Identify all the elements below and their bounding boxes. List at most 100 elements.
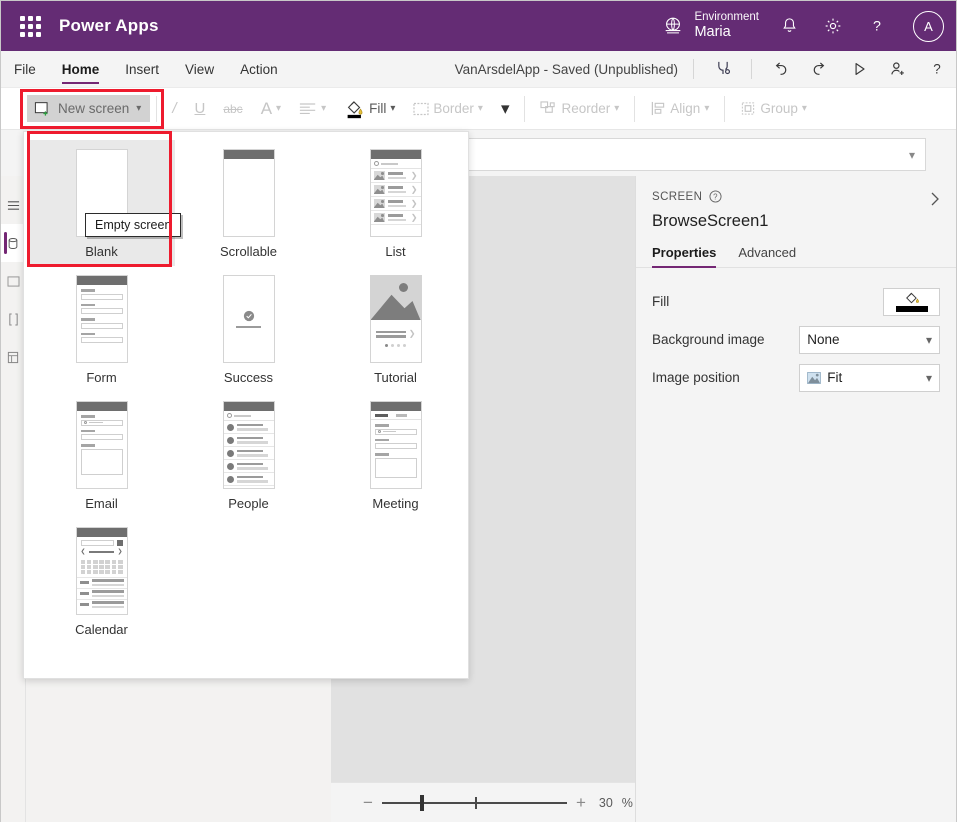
zoom-in-button[interactable]: + bbox=[576, 793, 586, 813]
align-objects-button[interactable]: Align ▾ bbox=[641, 94, 718, 124]
template-card-calendar[interactable]: ❮ ❯ Calendar bbox=[28, 518, 175, 644]
template-tooltip: Empty screen bbox=[85, 213, 182, 237]
template-card-form[interactable]: Form bbox=[28, 266, 175, 392]
font-color-button[interactable]: A ▾ bbox=[252, 94, 290, 124]
image-position-select[interactable]: Fit ▾ bbox=[799, 363, 940, 392]
tab-properties[interactable]: Properties bbox=[652, 245, 717, 268]
property-label-image-position: Image position bbox=[652, 370, 740, 385]
app-save-status: VanArsdelApp - Saved (Unpublished) bbox=[454, 61, 678, 77]
chevron-left-icon: ❮ bbox=[80, 549, 86, 555]
screen-template-grid: Blank Scrollable ❯ ❯ ❯ ❯ List Form Succe… bbox=[24, 132, 468, 644]
new-screen-wrapper: New screen ▾ bbox=[27, 95, 151, 122]
chevron-right-icon: ❯ bbox=[408, 329, 416, 338]
align-left-icon bbox=[299, 103, 316, 115]
template-card-blank[interactable]: Blank bbox=[28, 140, 175, 266]
template-thumbnail-people bbox=[222, 401, 275, 489]
italic-button[interactable]: / bbox=[163, 94, 185, 124]
group-button[interactable]: Group ▾ bbox=[731, 94, 816, 124]
menu-item-home[interactable]: Home bbox=[49, 51, 113, 87]
chevron-down-icon: ▾ bbox=[321, 103, 327, 114]
template-card-meeting[interactable]: Meeting bbox=[322, 392, 469, 518]
template-card-list[interactable]: ❯ ❯ ❯ ❯ List bbox=[322, 140, 469, 266]
font-color-icon: A bbox=[260, 98, 273, 118]
image-icon bbox=[373, 171, 385, 180]
menu-item-file[interactable]: File bbox=[1, 51, 49, 87]
new-screen-label: New screen bbox=[58, 101, 130, 116]
share-app-button[interactable] bbox=[878, 51, 917, 88]
template-thumbnail-tutorial: ❯ bbox=[369, 275, 422, 363]
properties-header: SCREEN ? BrowseScreen1 bbox=[636, 176, 956, 231]
chevron-right-icon: ❯ bbox=[410, 198, 418, 208]
tab-advanced[interactable]: Advanced bbox=[738, 245, 796, 267]
template-card-people[interactable]: People bbox=[175, 392, 322, 518]
selected-control-name: BrowseScreen1 bbox=[652, 212, 769, 230]
help-icon: ? bbox=[873, 19, 881, 35]
help-button[interactable]: ? bbox=[855, 1, 899, 51]
fill-bucket-icon bbox=[905, 292, 919, 304]
menu-item-action[interactable]: Action bbox=[227, 51, 291, 87]
variables-icon bbox=[8, 312, 18, 326]
more-formatting-button[interactable]: ▾ bbox=[492, 94, 519, 124]
sidebar-item-data-sources[interactable] bbox=[0, 224, 26, 262]
zoom-slider-tick bbox=[474, 796, 477, 809]
template-card-email[interactable]: Email bbox=[28, 392, 175, 518]
zoom-out-button[interactable]: − bbox=[363, 793, 373, 813]
template-thumbnail-email bbox=[75, 401, 128, 489]
menu-help-button[interactable]: ? bbox=[917, 51, 956, 88]
zoom-slider-thumb[interactable] bbox=[419, 794, 424, 811]
template-card-tutorial[interactable]: ❯ Tutorial bbox=[322, 266, 469, 392]
collapse-panel-button[interactable] bbox=[928, 189, 942, 214]
environment-picker[interactable]: Environment Maria bbox=[662, 11, 759, 42]
formula-expand-chevron-icon[interactable]: ▾ bbox=[899, 148, 925, 162]
formula-input[interactable] bbox=[467, 139, 899, 170]
help-circle-icon[interactable]: ? bbox=[709, 190, 722, 203]
border-button[interactable]: Border ▾ bbox=[404, 94, 492, 124]
thumb-header-bar bbox=[223, 150, 274, 159]
template-thumbnail-form bbox=[75, 275, 128, 363]
zoom-toolbar: − + 30 % bbox=[331, 782, 635, 822]
sidebar-item-tree-view[interactable] bbox=[1, 186, 26, 224]
menu-item-insert[interactable]: Insert bbox=[112, 51, 172, 87]
image-icon bbox=[373, 185, 385, 194]
new-screen-button[interactable]: New screen ▾ bbox=[27, 95, 151, 122]
strikethrough-button[interactable]: abc bbox=[214, 94, 251, 124]
reorder-button[interactable]: Reorder ▾ bbox=[531, 94, 628, 124]
menu-spacer bbox=[291, 51, 455, 87]
property-row-background-image: Background image None ▾ bbox=[652, 324, 940, 355]
sidebar-item-components[interactable] bbox=[1, 338, 26, 376]
template-card-success[interactable]: Success bbox=[175, 266, 322, 392]
preview-app-button[interactable] bbox=[839, 51, 878, 88]
fill-color-swatch-button[interactable] bbox=[883, 287, 940, 316]
app-launcher-icon[interactable] bbox=[13, 15, 47, 37]
underline-button[interactable]: U bbox=[185, 94, 214, 124]
text-align-button[interactable]: ▾ bbox=[290, 94, 335, 124]
zoom-slider[interactable] bbox=[381, 794, 567, 811]
settings-button[interactable] bbox=[811, 1, 855, 51]
sidebar-item-media[interactable] bbox=[1, 262, 26, 300]
menu-item-view[interactable]: View bbox=[172, 51, 227, 87]
redo-button[interactable] bbox=[800, 51, 839, 88]
brand-title[interactable]: Power Apps bbox=[59, 16, 159, 36]
align-objects-label: Align bbox=[670, 101, 701, 116]
template-label-success: Success bbox=[223, 370, 274, 385]
menu-divider-2 bbox=[751, 59, 752, 79]
sidebar-item-variables[interactable] bbox=[1, 300, 26, 338]
undo-button[interactable] bbox=[761, 51, 800, 88]
app-checker-button[interactable] bbox=[703, 51, 742, 88]
thumb-search-row bbox=[223, 411, 274, 421]
notifications-button[interactable] bbox=[767, 1, 811, 51]
background-image-select[interactable]: None ▾ bbox=[799, 325, 940, 354]
thumb-list-row: ❯ bbox=[370, 197, 421, 211]
undo-icon bbox=[775, 61, 787, 75]
fill-button[interactable]: Fill ▾ bbox=[335, 94, 404, 124]
avatar[interactable]: A bbox=[913, 10, 944, 42]
properties-kicker: SCREEN ? bbox=[652, 190, 940, 203]
template-card-scrollable[interactable]: Scrollable bbox=[175, 140, 322, 266]
power-apps-window: Power Apps Environment Maria ? A File Ho… bbox=[0, 0, 957, 822]
carousel-dots bbox=[371, 344, 421, 347]
new-screen-icon bbox=[34, 102, 48, 116]
formula-bar[interactable]: ▾ bbox=[466, 138, 926, 171]
image-icon bbox=[807, 371, 822, 384]
property-label-background-image: Background image bbox=[652, 332, 765, 347]
template-thumbnail-meeting bbox=[369, 401, 422, 489]
